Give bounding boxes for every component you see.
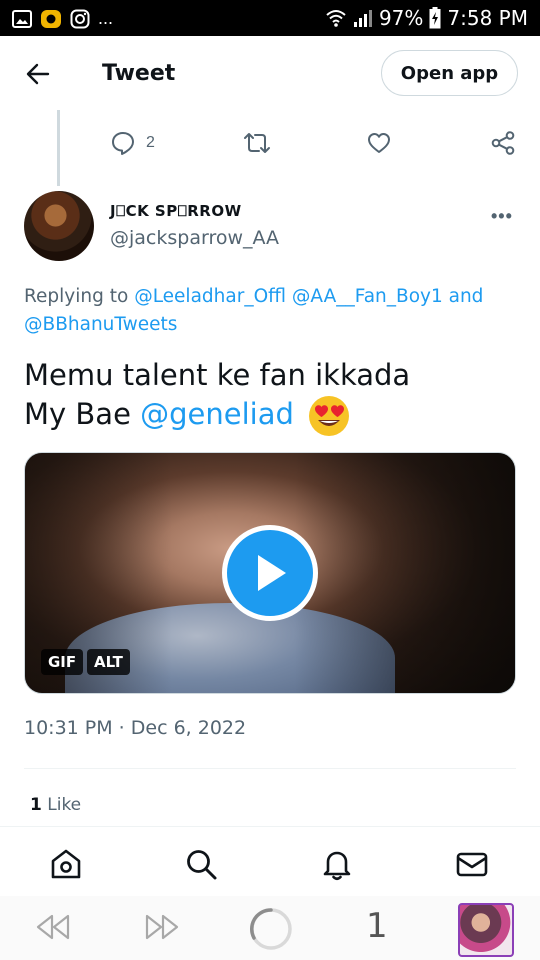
clock: 7:58 PM bbox=[447, 6, 528, 30]
divider bbox=[24, 768, 516, 769]
browser-bar: 1 bbox=[0, 896, 540, 960]
like-count: 1 bbox=[30, 795, 42, 815]
status-bar-right: 97% 7:58 PM bbox=[325, 6, 528, 30]
header: Tweet Open app bbox=[0, 36, 540, 110]
page-title: Tweet bbox=[102, 61, 176, 86]
gif-media[interactable]: GIF ALT bbox=[24, 452, 516, 694]
tab-count[interactable]: 1 bbox=[366, 906, 388, 946]
tweet-mention-link[interactable]: @geneliad bbox=[140, 397, 294, 431]
back-arrow-icon[interactable] bbox=[24, 60, 52, 88]
gif-badge: GIF bbox=[41, 649, 84, 675]
heart-eyes-emoji-icon bbox=[309, 396, 350, 436]
more-options-icon[interactable]: ••• bbox=[491, 206, 513, 227]
tweet-timestamp[interactable]: 10:31 PM · Dec 6, 2022 bbox=[24, 717, 246, 739]
reply-action[interactable]: 2 bbox=[110, 130, 155, 156]
tweet-text-line1: Memu talent ke fan ikkada bbox=[24, 358, 411, 392]
search-icon[interactable] bbox=[183, 846, 219, 882]
status-bar: ... 97% 7:58 PM bbox=[0, 0, 540, 36]
wifi-icon bbox=[326, 10, 346, 27]
replying-to: Replying to @Leeladhar_Offl @AA__Fan_Boy… bbox=[24, 283, 520, 339]
parent-tweet-actions: 2 bbox=[0, 130, 540, 160]
avatar[interactable] bbox=[24, 191, 94, 261]
share-action[interactable] bbox=[490, 130, 516, 156]
user-handle[interactable]: @jacksparrow_AA bbox=[110, 227, 279, 249]
play-button[interactable] bbox=[222, 525, 318, 621]
home-icon[interactable] bbox=[48, 846, 84, 882]
open-app-button[interactable]: Open app bbox=[381, 50, 518, 96]
display-name[interactable]: J⎕CK SP⎕RROW bbox=[110, 202, 242, 220]
like-action[interactable] bbox=[366, 130, 392, 156]
status-bar-left: ... bbox=[12, 8, 113, 29]
retweet-icon bbox=[244, 133, 270, 153]
reply-icon bbox=[112, 132, 134, 155]
retweet-action[interactable] bbox=[243, 130, 271, 156]
signal-icon bbox=[353, 10, 372, 27]
bottom-nav bbox=[0, 838, 540, 894]
divider bbox=[0, 826, 540, 827]
gallery-icon bbox=[12, 9, 32, 28]
and-others-link[interactable]: and bbox=[449, 286, 484, 307]
instagram-icon bbox=[70, 9, 90, 28]
fast-forward-icon[interactable] bbox=[143, 912, 181, 942]
battery-percent: 97% bbox=[378, 6, 424, 30]
mention-link[interactable]: @BBhanuTweets bbox=[24, 314, 177, 335]
app-notification-icon bbox=[41, 9, 61, 28]
like-stats[interactable]: 1 Like bbox=[30, 795, 81, 815]
loading-spinner-icon[interactable] bbox=[248, 906, 294, 952]
notifications-bell-icon[interactable] bbox=[319, 846, 355, 882]
mention-link[interactable]: @Leeladhar_Offl bbox=[134, 286, 286, 307]
tweet-text-line2: My Bae bbox=[24, 397, 141, 431]
more-notifications: ... bbox=[98, 8, 114, 28]
replying-prefix: Replying to bbox=[24, 286, 135, 307]
share-icon bbox=[491, 131, 515, 155]
like-label: Like bbox=[41, 795, 82, 815]
reply-count: 2 bbox=[146, 134, 155, 151]
mention-link[interactable]: @AA__Fan_Boy1 bbox=[292, 286, 443, 307]
rewind-back-icon[interactable] bbox=[34, 912, 72, 942]
heart-icon bbox=[368, 133, 390, 153]
profile-thumbnail[interactable] bbox=[458, 903, 514, 957]
tweet-text: Memu talent ke fan ikkada My Bae @geneli… bbox=[24, 356, 524, 438]
battery-charging-icon bbox=[429, 7, 441, 29]
messages-mail-icon[interactable] bbox=[454, 846, 490, 882]
play-icon bbox=[258, 555, 286, 591]
alt-badge[interactable]: ALT bbox=[87, 649, 130, 675]
